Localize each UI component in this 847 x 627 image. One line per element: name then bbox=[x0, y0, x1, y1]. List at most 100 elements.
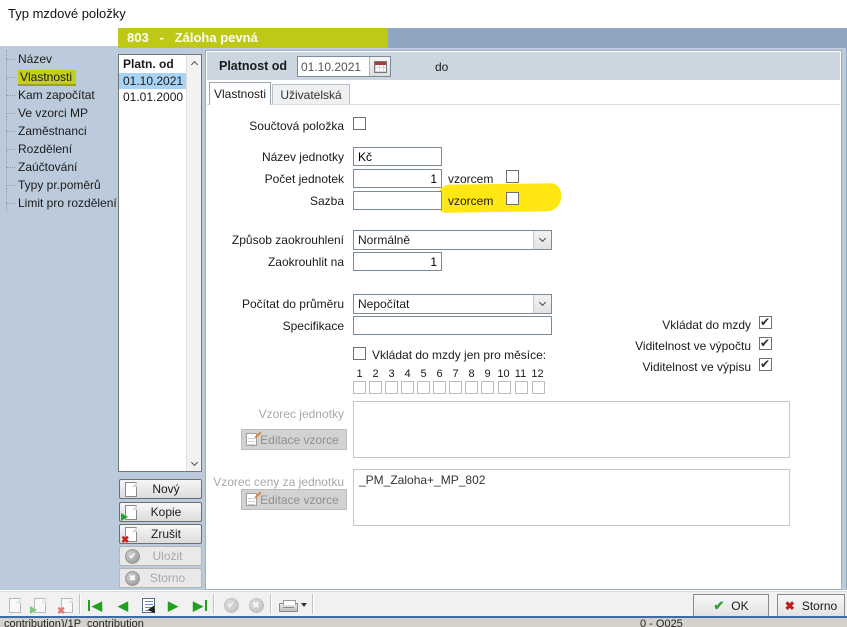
status-text-right: 0 - O025 bbox=[640, 618, 683, 627]
storno-button[interactable]: Storno bbox=[777, 594, 845, 617]
viditelnost-vypisu-checkbox[interactable] bbox=[759, 358, 772, 371]
sidebar-item-rozdeleni[interactable]: Rozdělení bbox=[7, 140, 116, 158]
green-arrow-overlay-icon bbox=[30, 606, 37, 614]
sidebar-item-limit-rozdeleni[interactable]: Limit pro rozdělení bbox=[7, 194, 116, 212]
previous-record-button[interactable] bbox=[112, 595, 134, 615]
month-checkbox-7[interactable] bbox=[449, 381, 462, 394]
toolbar-cancel-button[interactable] bbox=[245, 595, 267, 615]
pocet-vzorcem-checkbox[interactable] bbox=[506, 170, 519, 183]
edit-formula-icon bbox=[246, 433, 257, 446]
sidebar-item-vlastnosti[interactable]: Vlastnosti bbox=[7, 68, 116, 86]
vkladat-do-mzdy-checkbox[interactable] bbox=[759, 316, 772, 329]
chevron-down-icon bbox=[539, 299, 546, 306]
nazev-jednotky-label: Název jednotky bbox=[262, 150, 344, 164]
dropdown-button[interactable] bbox=[533, 295, 551, 313]
last-record-button[interactable] bbox=[187, 595, 209, 615]
tree-connector bbox=[7, 203, 15, 204]
month-checkbox-11[interactable] bbox=[515, 381, 528, 394]
delete-record-button[interactable]: Zrušit bbox=[119, 524, 202, 544]
vzorec-jednotky-textarea[interactable] bbox=[353, 401, 790, 458]
tree-connector bbox=[7, 59, 15, 60]
button-label: Zrušit bbox=[137, 527, 195, 541]
pocitat-do-prumeru-label: Počítat do průměru bbox=[242, 297, 344, 311]
toolbar-confirm-button[interactable] bbox=[220, 595, 242, 615]
month-checkbox-9[interactable] bbox=[481, 381, 494, 394]
copy-record-button[interactable]: Kopie bbox=[119, 502, 202, 522]
sazba-label: Sazba bbox=[310, 194, 344, 208]
ok-button[interactable]: OK bbox=[693, 594, 769, 617]
viditelnost-vypoctu-checkbox[interactable] bbox=[759, 337, 772, 350]
sidebar-item-ve-vzorci-mp[interactable]: Ve vzorci MP bbox=[7, 104, 116, 122]
dropdown-button[interactable] bbox=[533, 231, 551, 249]
button-label: Editace vzorce bbox=[257, 433, 342, 447]
scroll-down-button[interactable] bbox=[187, 456, 201, 471]
print-menu-caret-icon bbox=[301, 603, 307, 607]
next-record-button[interactable] bbox=[162, 595, 184, 615]
cancel-circle-icon bbox=[249, 598, 264, 613]
month-checkbox-6[interactable] bbox=[433, 381, 446, 394]
sidebar-item-kam-zapocitat[interactable]: Kam započítat bbox=[7, 86, 116, 104]
sidebar-item-zamestnanci[interactable]: Zaměstnanci bbox=[7, 122, 116, 140]
month-number: 8 bbox=[464, 368, 479, 380]
tab-uzivatelska[interactable]: Uživatelská bbox=[272, 84, 350, 105]
record-caption-bar: 803 - Záloha pevná bbox=[118, 28, 847, 48]
zpusob-zaokrouhleni-select[interactable]: Normálně bbox=[353, 230, 552, 250]
month-number: 4 bbox=[400, 368, 415, 380]
tree-connector bbox=[7, 95, 15, 96]
sidebar-item-typy-pomeru[interactable]: Typy pr.poměrů bbox=[7, 176, 116, 194]
cancel-record-button[interactable]: Storno bbox=[119, 568, 202, 588]
month-checkbox-5[interactable] bbox=[417, 381, 430, 394]
month-checkbox-3[interactable] bbox=[385, 381, 398, 394]
sidebar-item-nazev[interactable]: Název bbox=[7, 50, 116, 68]
month-checkbox-12[interactable] bbox=[532, 381, 545, 394]
editace-vzorce-jednotky-button[interactable]: Editace vzorce bbox=[241, 429, 347, 450]
pocet-jednotek-input[interactable] bbox=[353, 169, 442, 188]
sazba-input[interactable] bbox=[353, 191, 442, 210]
button-label: Storno bbox=[802, 599, 837, 613]
month-number: 5 bbox=[416, 368, 431, 380]
month-checkbox-2[interactable] bbox=[369, 381, 382, 394]
copy-page-icon bbox=[125, 505, 137, 520]
next-record-icon bbox=[168, 599, 178, 612]
toolbar-delete-button[interactable] bbox=[56, 595, 78, 615]
souctova-checkbox[interactable] bbox=[353, 117, 366, 130]
history-scrollbar[interactable] bbox=[186, 55, 201, 471]
toolbar-copy-button[interactable] bbox=[29, 595, 51, 615]
month-checkbox-8[interactable] bbox=[465, 381, 478, 394]
save-record-button[interactable]: Uložit bbox=[119, 546, 202, 566]
tab-divider-cover bbox=[210, 104, 270, 105]
sidebar-item-label: Kam započítat bbox=[18, 88, 95, 102]
mesice-checkbox[interactable] bbox=[353, 347, 366, 360]
red-x-icon bbox=[785, 599, 795, 613]
scroll-up-button[interactable] bbox=[187, 55, 201, 70]
calendar-button[interactable] bbox=[369, 57, 390, 76]
month-checkbox-10[interactable] bbox=[498, 381, 511, 394]
button-label: Storno bbox=[140, 571, 195, 585]
nazev-jednotky-input[interactable] bbox=[353, 147, 442, 166]
toolbar-new-button[interactable] bbox=[4, 595, 26, 615]
month-number: 12 bbox=[530, 368, 545, 380]
month-number: 9 bbox=[480, 368, 495, 380]
month-number: 1 bbox=[352, 368, 367, 380]
record-caption: 803 - Záloha pevná bbox=[118, 28, 388, 48]
sidebar-item-zauctovani[interactable]: Zaúčtování bbox=[7, 158, 116, 176]
wage-item-type-window: Typ mzdové položky 803 - Záloha pevná Ná… bbox=[0, 0, 847, 627]
print-button[interactable] bbox=[276, 595, 300, 615]
new-record-button[interactable]: Nový bbox=[119, 479, 202, 499]
sazba-vzorcem-checkbox[interactable] bbox=[506, 192, 519, 205]
browse-records-button[interactable] bbox=[137, 595, 159, 615]
calendar-icon bbox=[374, 61, 387, 73]
editace-vzorce-ceny-button[interactable]: Editace vzorce bbox=[241, 489, 347, 510]
specifikace-input[interactable] bbox=[353, 316, 552, 335]
validity-from-input[interactable] bbox=[298, 57, 369, 76]
month-checkbox-1[interactable] bbox=[353, 381, 366, 394]
zaokrouhlit-na-input[interactable] bbox=[353, 252, 442, 271]
month-number: 7 bbox=[448, 368, 463, 380]
edit-formula-icon bbox=[246, 493, 257, 506]
first-record-button[interactable] bbox=[86, 595, 108, 615]
month-checkbox-4[interactable] bbox=[401, 381, 414, 394]
tab-vlastnosti[interactable]: Vlastnosti bbox=[209, 82, 271, 105]
pocitat-do-prumeru-select[interactable]: Nepočítat bbox=[353, 294, 552, 314]
print-menu-button[interactable] bbox=[298, 595, 310, 615]
vzorec-ceny-textarea[interactable]: _PM_Zaloha+_MP_802 bbox=[353, 469, 790, 526]
